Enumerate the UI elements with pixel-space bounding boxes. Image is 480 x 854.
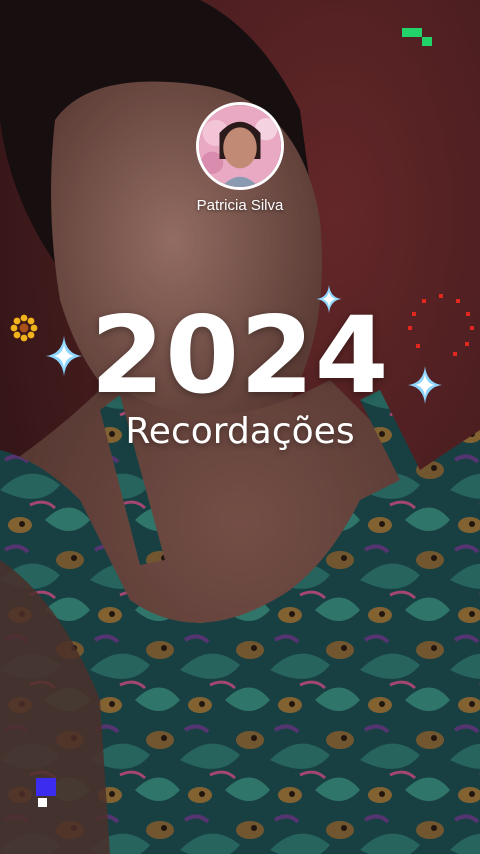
dotted-ring-icon xyxy=(406,292,476,367)
pixel-block-icon xyxy=(402,28,434,53)
flower-icon xyxy=(10,314,38,347)
sparkle-icon xyxy=(408,366,442,409)
sparkle-icon xyxy=(316,285,342,318)
memories-subtitle: Recordações xyxy=(125,411,355,452)
memories-story-screen: Patricia Silva 2024 Recordações xyxy=(0,0,480,854)
pixel-block-icon xyxy=(36,778,58,815)
sparkle-icon xyxy=(46,336,82,381)
profile-name[interactable]: Patricia Silva xyxy=(0,197,480,214)
profile-avatar[interactable] xyxy=(196,102,284,190)
